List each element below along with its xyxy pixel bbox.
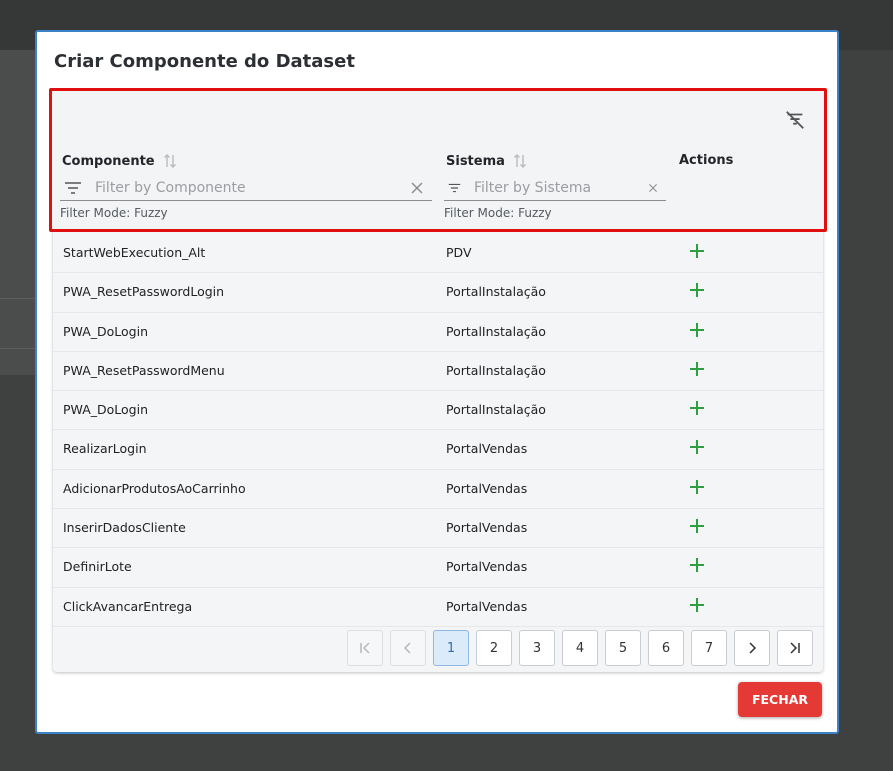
filter-mode-sistema: Filter Mode: Fuzzy [444, 206, 552, 220]
add-icon[interactable] [689, 518, 705, 534]
cell-componente: StartWebExecution_Alt [63, 245, 206, 260]
table-row: PWA_DoLogin PortalInstalação [53, 313, 823, 352]
cell-sistema: PortalVendas [446, 598, 528, 614]
cell-sistema: PDV [446, 245, 472, 260]
column-label: Componente [62, 153, 155, 169]
filter-sistema-input[interactable] [473, 179, 648, 196]
table-body: StartWebExecution_Alt PDV PWA_ResetPassw… [53, 234, 823, 627]
cell-componente: DefinirLote [63, 559, 132, 575]
clear-icon[interactable] [648, 181, 658, 195]
cell-componente: RealizarLogin [63, 441, 147, 457]
close-button[interactable]: FECHAR [738, 682, 822, 717]
column-header-componente[interactable]: Componente [62, 153, 177, 169]
add-icon[interactable] [689, 439, 705, 455]
sort-icon[interactable] [163, 153, 177, 169]
table-row: PWA_ResetPasswordMenu PortalInstalação [53, 352, 823, 392]
cell-sistema: PortalVendas [446, 520, 528, 536]
add-icon[interactable] [689, 400, 705, 416]
table-row: RealizarLogin PortalVendas [53, 430, 823, 470]
cell-sistema: PortalVendas [446, 480, 528, 496]
cell-sistema: PortalInstalação [446, 402, 546, 418]
cell-sistema: PortalInstalação [446, 284, 546, 300]
page-button-3[interactable]: 3 [519, 630, 555, 666]
filter-componente-input[interactable] [95, 179, 410, 196]
dialog-title: Criar Componente do Dataset [54, 51, 355, 72]
filter-sistema [444, 175, 666, 201]
clear-icon[interactable] [410, 181, 424, 195]
cell-sistema: PortalVendas [446, 441, 528, 457]
column-header-actions: Actions [679, 153, 733, 168]
add-icon[interactable] [689, 557, 705, 573]
add-icon[interactable] [689, 597, 705, 613]
table-header-highlight: Componente Filter Mode: Fuzzy Sistema [49, 88, 827, 232]
filter-mode-componente: Filter Mode: Fuzzy [60, 206, 168, 220]
cell-sistema: PortalInstalação [446, 362, 546, 378]
chevron-left-icon [403, 642, 411, 654]
cell-componente: ClickAvancarEntrega [63, 598, 193, 614]
table-row: PWA_DoLogin PortalInstalação [53, 391, 823, 431]
page-button-6[interactable]: 6 [648, 630, 684, 666]
cell-sistema: PortalInstalação [446, 323, 546, 339]
cell-componente: InserirDadosCliente [63, 520, 186, 536]
cell-sistema: PortalVendas [446, 559, 528, 575]
chevron-right-icon [749, 642, 757, 654]
last-page-button[interactable] [777, 630, 813, 666]
add-icon[interactable] [689, 322, 705, 338]
sort-icon[interactable] [513, 153, 527, 169]
add-icon[interactable] [689, 361, 705, 377]
page-button-4[interactable]: 4 [562, 630, 598, 666]
pagination: 1 2 3 4 5 6 7 [347, 630, 813, 666]
table-row: StartWebExecution_Alt PDV [53, 234, 823, 274]
create-component-dialog: Criar Componente do Dataset Componente F… [35, 30, 839, 734]
filter-componente [60, 175, 432, 201]
cell-componente: PWA_DoLogin [63, 402, 149, 418]
first-page-icon [360, 642, 370, 654]
page-button-7[interactable]: 7 [691, 630, 727, 666]
add-icon[interactable] [689, 243, 705, 259]
filter-icon [448, 183, 461, 192]
filter-icon [65, 181, 81, 194]
column-label: Actions [679, 153, 734, 168]
page-button-1[interactable]: 1 [433, 630, 469, 666]
cell-componente: PWA_ResetPasswordLogin [63, 284, 225, 300]
table-row: PWA_ResetPasswordLogin PortalInstalação [53, 273, 823, 313]
column-label: Sistema [446, 153, 505, 169]
table-row: AdicionarProdutosAoCarrinho PortalVendas [53, 470, 823, 510]
table-row: ClickAvancarEntrega PortalVendas [53, 588, 823, 627]
page-button-2[interactable]: 2 [476, 630, 512, 666]
cell-componente: PWA_ResetPasswordMenu [63, 362, 225, 378]
first-page-button[interactable] [347, 630, 383, 666]
table-row: InserirDadosCliente PortalVendas [53, 509, 823, 549]
add-icon[interactable] [689, 479, 705, 495]
prev-page-button[interactable] [390, 630, 426, 666]
cell-componente: AdicionarProdutosAoCarrinho [63, 480, 246, 496]
table-row: DefinirLote PortalVendas [53, 548, 823, 588]
last-page-icon [790, 642, 800, 654]
cell-componente: PWA_DoLogin [63, 323, 149, 339]
add-icon[interactable] [689, 282, 705, 298]
page-button-5[interactable]: 5 [605, 630, 641, 666]
clear-filters-icon[interactable] [784, 109, 806, 131]
next-page-button[interactable] [734, 630, 770, 666]
column-header-sistema[interactable]: Sistema [446, 153, 527, 169]
